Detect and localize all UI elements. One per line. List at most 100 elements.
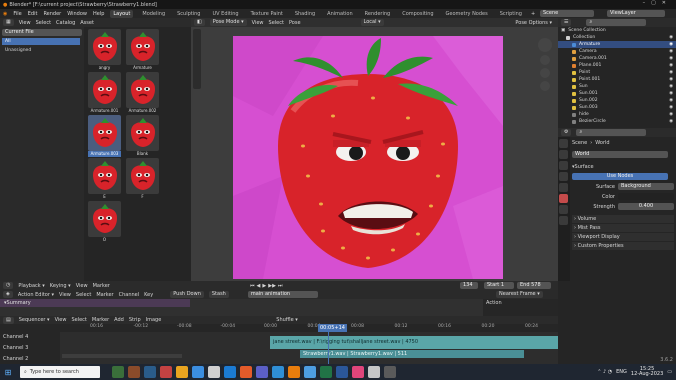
tab-animation[interactable]: Animation: [324, 10, 356, 18]
taskbar-file-explorer-icon[interactable]: [176, 366, 188, 378]
asset-thumbnail[interactable]: [88, 72, 121, 108]
asset-item[interactable]: F: [126, 158, 159, 200]
tray-icons[interactable]: ⌃ ♪ ◔: [597, 369, 612, 375]
tab-compositing[interactable]: Compositing: [399, 10, 436, 18]
taskbar-app-icon[interactable]: [256, 366, 268, 378]
visibility-eye-icon[interactable]: ◉: [669, 97, 673, 104]
start-frame-field[interactable]: Start 1: [484, 282, 514, 289]
properties-editor-icon[interactable]: ⚙: [561, 129, 572, 136]
action-menu-view[interactable]: View: [59, 292, 71, 298]
navigation-gizmo[interactable]: [536, 38, 554, 98]
color-swatch[interactable]: [618, 193, 674, 200]
outliner-item[interactable]: hide ◉: [558, 111, 676, 118]
dope-sheet-icon[interactable]: ◈: [3, 291, 13, 298]
add-workspace-icon[interactable]: +: [531, 11, 535, 17]
outliner-item[interactable]: Point.001 ◉: [558, 76, 676, 83]
timeline-menu-playback[interactable]: Playback ▾: [18, 283, 44, 289]
notifications-icon[interactable]: ▭: [667, 369, 672, 375]
action-name-field[interactable]: main animation: [247, 291, 318, 298]
outliner-item[interactable]: Sun ◉: [558, 83, 676, 90]
menu-help[interactable]: Help: [93, 11, 104, 17]
viewport-menu-view[interactable]: View: [252, 20, 264, 26]
tab-uv-editing[interactable]: UV Editing: [209, 10, 241, 18]
current-frame-field[interactable]: 134: [460, 282, 478, 289]
taskbar-app-icon[interactable]: [352, 366, 364, 378]
taskbar-app-icon[interactable]: [224, 366, 236, 378]
taskbar-app-icon[interactable]: [336, 366, 348, 378]
world-tab-icon[interactable]: [559, 194, 568, 203]
stash-button[interactable]: Stash: [208, 291, 229, 298]
tab-modeling[interactable]: Modeling: [139, 10, 168, 18]
snap-mode-selector[interactable]: Nearest Frame ▾: [496, 291, 543, 298]
scene-selector[interactable]: Scene: [540, 10, 594, 17]
surface-panel-header[interactable]: ▾ Surface: [572, 163, 674, 170]
view-layer-tab-icon[interactable]: [559, 172, 568, 181]
visibility-eye-icon[interactable]: ◉: [669, 34, 673, 41]
asset-thumbnail[interactable]: [88, 29, 121, 65]
action-menu-select[interactable]: Select: [76, 292, 91, 298]
scene-tab-icon[interactable]: [559, 183, 568, 192]
taskbar-app-icon[interactable]: [144, 366, 156, 378]
windows-start-icon[interactable]: ⊞: [0, 368, 16, 377]
catalog-unassigned[interactable]: Unassigned: [2, 47, 82, 54]
outliner-item[interactable]: Sun.003 ◉: [558, 104, 676, 111]
visibility-eye-icon[interactable]: ◉: [669, 62, 673, 69]
push-down-button[interactable]: Push Down: [170, 291, 204, 298]
asset-menu-catalog[interactable]: Catalog: [56, 20, 75, 26]
video-strip[interactable]: Strawberry1.wav | Strawberry1.wav | 511: [300, 350, 524, 358]
visibility-eye-icon[interactable]: ◉: [669, 69, 673, 76]
action-editor-mode[interactable]: Action Editor ▾: [18, 292, 54, 298]
end-frame-field[interactable]: End 578: [517, 282, 551, 289]
sequencer-menu-image[interactable]: Image: [146, 317, 162, 323]
visibility-eye-icon[interactable]: ◉: [669, 111, 673, 118]
outliner-item[interactable]: Plane.001 ◉: [558, 62, 676, 69]
visibility-eye-icon[interactable]: ◉: [669, 55, 673, 62]
orientation-selector[interactable]: Local ▾: [360, 19, 384, 26]
sequencer-mode[interactable]: Sequencer ▾: [19, 317, 50, 323]
action-menu-marker[interactable]: Marker: [96, 292, 113, 298]
menu-file[interactable]: File: [13, 11, 21, 17]
properties-search[interactable]: ⌕: [576, 129, 647, 136]
outliner-item[interactable]: Sun.002 ◉: [558, 97, 676, 104]
taskbar-blender-icon[interactable]: [288, 366, 300, 378]
outliner-item[interactable]: Camera ◉: [558, 48, 676, 55]
visibility-eye-icon[interactable]: ◉: [669, 83, 673, 90]
tab-scripting[interactable]: Scripting: [497, 10, 525, 18]
taskbar-app-icon[interactable]: [112, 366, 124, 378]
surface-shader-field[interactable]: Background: [618, 183, 674, 190]
audio-strip[interactable]: jane street.wav | F:\rigging tut\shallja…: [270, 336, 558, 349]
library-dropdown[interactable]: Current File: [2, 29, 82, 36]
camera-view-icon[interactable]: [540, 81, 550, 91]
taskbar-app-icon[interactable]: [192, 366, 204, 378]
current-time-indicator[interactable]: 00:05+14: [318, 324, 347, 332]
output-tab-icon[interactable]: [559, 161, 568, 170]
tab-texture-paint[interactable]: Texture Paint: [248, 10, 286, 18]
asset-thumbnail[interactable]: [126, 72, 159, 108]
tab-geometry-nodes[interactable]: Geometry Nodes: [443, 10, 491, 18]
object-tab-icon[interactable]: [559, 205, 568, 214]
timeline-menu-marker[interactable]: Marker: [93, 283, 110, 289]
visibility-eye-icon[interactable]: ◉: [669, 41, 673, 48]
modifier-tab-icon[interactable]: [559, 216, 568, 225]
visibility-eye-icon[interactable]: ◉: [669, 104, 673, 111]
strength-field[interactable]: 0.400: [618, 203, 674, 210]
taskbar-app-icon[interactable]: [384, 366, 396, 378]
3d-viewport[interactable]: ◧ Pose Mode ▾ View Select Pose Local ▾ P…: [191, 18, 558, 281]
taskbar-app-icon[interactable]: [304, 366, 316, 378]
outliner-item[interactable]: Collection ◉: [558, 34, 676, 41]
visibility-eye-icon[interactable]: ◉: [669, 118, 673, 125]
sequencer-editor-icon[interactable]: ▤: [3, 316, 14, 324]
sequencer-menu-strip[interactable]: Strip: [129, 317, 141, 323]
shuffle-mode[interactable]: Shuffle ▾: [276, 317, 298, 323]
sequencer-ruler[interactable]: 00:16 -00:12 -00:08 -00:04 00:00 00:04 00:08 00…: [60, 324, 558, 332]
outliner-item[interactable]: Point ◉: [558, 69, 676, 76]
properties-section-header[interactable]: › Volume: [572, 215, 674, 223]
view-layer-selector[interactable]: ViewLayer: [607, 10, 665, 17]
pose-options-menu[interactable]: Pose Options ▾: [515, 20, 552, 26]
outliner-search[interactable]: ⌕: [586, 19, 647, 26]
visibility-eye-icon[interactable]: ◉: [669, 90, 673, 97]
outliner-item[interactable]: BezierCircle ◉: [558, 118, 676, 125]
viewport-editor-type-icon[interactable]: ◧: [194, 19, 205, 26]
taskbar-app-icon[interactable]: [128, 366, 140, 378]
asset-thumbnail[interactable]: [88, 158, 121, 194]
